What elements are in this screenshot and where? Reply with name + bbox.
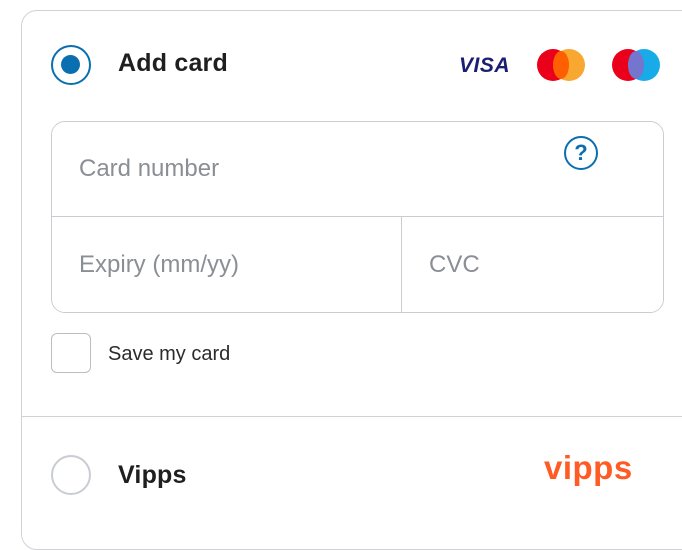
cvc-help-icon[interactable]: ?: [564, 136, 598, 170]
card-number-input[interactable]: [52, 122, 663, 217]
maestro-overlap: [628, 51, 644, 79]
expiry-input[interactable]: [52, 217, 402, 312]
card-payment-option: Add card VISA ? Save my card: [22, 11, 682, 416]
vipps-option-title[interactable]: Vipps: [118, 461, 187, 490]
option-divider: [22, 416, 682, 417]
maestro-icon: [612, 49, 660, 81]
mastercard-overlap: [553, 51, 569, 79]
vipps-option-radio[interactable]: [51, 455, 91, 495]
card-option-radio[interactable]: [51, 45, 91, 85]
mastercard-icon: [537, 49, 585, 81]
vipps-logo: vipps: [544, 449, 633, 486]
visa-logo: VISA: [459, 54, 511, 77]
save-card-label[interactable]: Save my card: [108, 343, 230, 366]
cvc-input[interactable]: [402, 217, 663, 312]
save-card-checkbox[interactable]: [51, 333, 91, 373]
card-option-title[interactable]: Add card: [118, 49, 228, 78]
payment-method-panel: Add card VISA ? Save my card Vipps vipps: [21, 10, 682, 550]
